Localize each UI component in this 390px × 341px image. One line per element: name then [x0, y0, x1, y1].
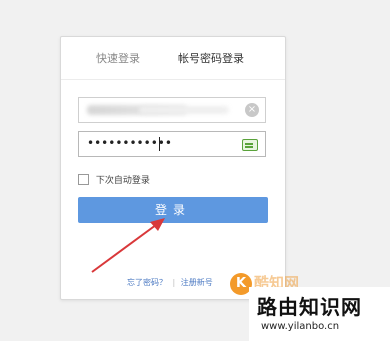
arrow-shaft — [91, 221, 161, 273]
arrow-head — [150, 218, 165, 231]
watermark-banner: 路由知识网 www.yilanbo.cn — [249, 287, 390, 341]
watermark-title: 路由知识网 — [257, 295, 362, 319]
watermark-url: www.yilanbo.cn — [261, 321, 340, 332]
